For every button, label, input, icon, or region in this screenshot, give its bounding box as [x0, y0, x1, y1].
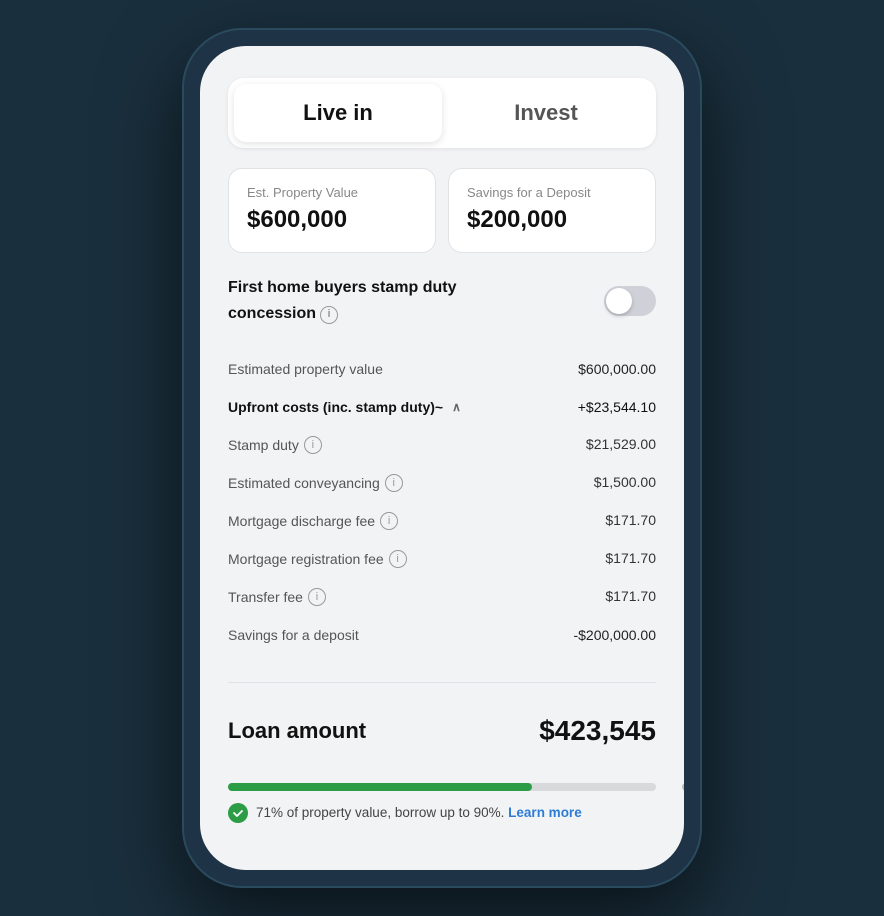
savings-for-deposit-value: -$200,000.00 — [573, 627, 656, 643]
upfront-chevron-icon: ∧ — [452, 400, 461, 414]
tab-live-in[interactable]: Live in — [234, 84, 442, 142]
property-value-amount: $600,000 — [247, 206, 417, 234]
progress-dot-1 — [682, 783, 684, 791]
stamp-duty-sub-row: Stamp duty i $21,529.00 — [228, 426, 656, 464]
mortgage-registration-row: Mortgage registration fee i $171.70 — [228, 540, 656, 578]
estimated-property-label: Estimated property value — [228, 361, 383, 377]
upfront-costs-value: +$23,544.10 — [578, 399, 656, 415]
learn-more-link[interactable]: Learn more — [508, 805, 582, 820]
mortgage-discharge-label: Mortgage discharge fee i — [228, 512, 398, 530]
stamp-duty-sub-info-icon[interactable]: i — [304, 436, 322, 454]
screen-content: Live in Invest Est. Property Value $600,… — [200, 46, 684, 870]
stamp-duty-sub-value: $21,529.00 — [586, 436, 656, 454]
loan-amount-label: Loan amount — [228, 718, 366, 744]
progress-bar-fill — [228, 783, 532, 791]
savings-deposit-label: Savings for a Deposit — [467, 185, 637, 200]
transfer-fee-label: Transfer fee i — [228, 588, 326, 606]
mortgage-registration-value: $171.70 — [605, 550, 656, 568]
conveyancing-row: Estimated conveyancing i $1,500.00 — [228, 464, 656, 502]
stamp-duty-text-part2: concession — [228, 303, 316, 325]
divider — [228, 682, 656, 683]
conveyancing-label: Estimated conveyancing i — [228, 474, 403, 492]
estimated-property-value: $600,000.00 — [578, 361, 656, 377]
transfer-fee-row: Transfer fee i $171.70 — [228, 578, 656, 616]
stamp-duty-info-icon[interactable]: i — [320, 306, 338, 324]
conveyancing-value: $1,500.00 — [594, 474, 656, 492]
mortgage-discharge-value: $171.70 — [605, 512, 656, 530]
loan-amount-row: Loan amount $423,545 — [228, 711, 656, 759]
sub-items: Stamp duty i $21,529.00 Estimated convey… — [228, 426, 656, 616]
loan-amount-value: $423,545 — [539, 715, 656, 747]
savings-deposit-card[interactable]: Savings for a Deposit $200,000 — [448, 168, 656, 253]
stamp-duty-sub-label: Stamp duty i — [228, 436, 322, 454]
upfront-costs-label: Upfront costs (inc. stamp duty)~ ∧ — [228, 399, 461, 415]
savings-deposit-amount: $200,000 — [467, 206, 637, 234]
line-items: Estimated property value $600,000.00 Upf… — [228, 350, 656, 654]
savings-for-deposit-row: Savings for a deposit -$200,000.00 — [228, 616, 656, 654]
phone-screen: Live in Invest Est. Property Value $600,… — [200, 46, 684, 870]
stamp-duty-row: First home buyers stamp duty concession … — [228, 273, 656, 330]
tab-invest[interactable]: Invest — [442, 84, 650, 142]
property-value-label: Est. Property Value — [247, 185, 417, 200]
input-row: Est. Property Value $600,000 Savings for… — [228, 168, 656, 253]
progress-container: 71% of property value, borrow up to 90%.… — [228, 783, 656, 823]
progress-note-text: 71% of property value, borrow up to 90%.… — [256, 805, 582, 820]
mortgage-discharge-row: Mortgage discharge fee i $171.70 — [228, 502, 656, 540]
stamp-duty-label: First home buyers stamp duty concession … — [228, 277, 528, 326]
conveyancing-info-icon[interactable]: i — [385, 474, 403, 492]
stamp-duty-text-part1: First home buyers stamp duty — [228, 277, 457, 299]
check-circle-icon — [228, 803, 248, 823]
phone-shell: Live in Invest Est. Property Value $600,… — [182, 28, 702, 888]
transfer-fee-info-icon[interactable]: i — [308, 588, 326, 606]
checkmark-svg — [232, 807, 244, 819]
mortgage-registration-label: Mortgage registration fee i — [228, 550, 407, 568]
progress-bar-bg — [228, 783, 656, 791]
property-value-card[interactable]: Est. Property Value $600,000 — [228, 168, 436, 253]
mortgage-registration-info-icon[interactable]: i — [389, 550, 407, 568]
stamp-duty-toggle[interactable] — [604, 286, 656, 316]
estimated-property-row: Estimated property value $600,000.00 — [228, 350, 656, 388]
progress-note: 71% of property value, borrow up to 90%.… — [228, 803, 656, 823]
mortgage-discharge-info-icon[interactable]: i — [380, 512, 398, 530]
transfer-fee-value: $171.70 — [605, 588, 656, 606]
progress-dots — [682, 783, 684, 791]
upfront-costs-row[interactable]: Upfront costs (inc. stamp duty)~ ∧ +$23,… — [228, 388, 656, 426]
tab-toggle: Live in Invest — [228, 78, 656, 148]
savings-for-deposit-label: Savings for a deposit — [228, 627, 359, 643]
